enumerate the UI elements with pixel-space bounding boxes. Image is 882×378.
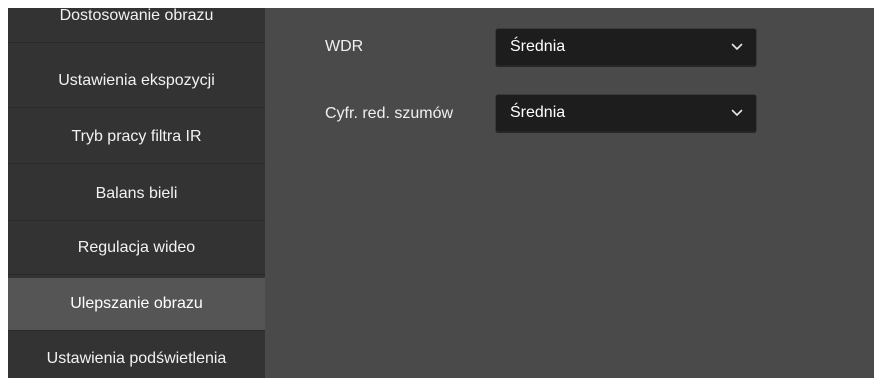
- noise-reduction-label: Cyfr. red. szumów: [325, 105, 454, 122]
- sidebar-item-ir-filter-mode[interactable]: Tryb pracy filtra IR: [8, 111, 265, 164]
- sidebar-item-label: Dostosowanie obrazu: [59, 8, 214, 24]
- noise-reduction-select[interactable]: Średnia: [495, 94, 757, 133]
- sidebar-item-label: Ulepszanie obrazu: [70, 295, 203, 312]
- sidebar-item-label: Tryb pracy filtra IR: [71, 128, 202, 145]
- sidebar-item-white-balance[interactable]: Balans bieli: [8, 168, 265, 221]
- sidebar-item-label: Ustawienia podświetlenia: [46, 350, 227, 367]
- sidebar-item-exposure-settings[interactable]: Ustawienia ekspozycji: [8, 55, 265, 108]
- noise-reduction-select-value: Średnia: [510, 104, 566, 121]
- settings-content: WDR Średnia Cyfr. red. szumów Średnia: [265, 8, 874, 378]
- sidebar-item-video-adjustment[interactable]: Regulacja wideo: [8, 222, 265, 275]
- settings-window: Dostosowanie obrazu Ustawienia ekspozycj…: [8, 8, 874, 378]
- sidebar-item-image-adjustment[interactable]: Dostosowanie obrazu: [8, 8, 265, 43]
- wdr-label: WDR: [325, 38, 364, 55]
- sidebar-menu: Dostosowanie obrazu Ustawienia ekspozycj…: [8, 8, 265, 378]
- chevron-down-icon: [731, 43, 743, 50]
- sidebar-item-backlight-settings[interactable]: Ustawienia podświetlenia: [8, 333, 265, 378]
- sidebar-item-label: Regulacja wideo: [77, 239, 196, 256]
- chevron-down-icon: [731, 109, 743, 116]
- sidebar-item-label: Ustawienia ekspozycji: [58, 72, 215, 89]
- sidebar-item-image-enhancement[interactable]: Ulepszanie obrazu: [8, 278, 265, 331]
- wdr-select[interactable]: Średnia: [495, 28, 757, 67]
- wdr-select-value: Średnia: [510, 38, 566, 55]
- sidebar-item-label: Balans bieli: [95, 185, 178, 202]
